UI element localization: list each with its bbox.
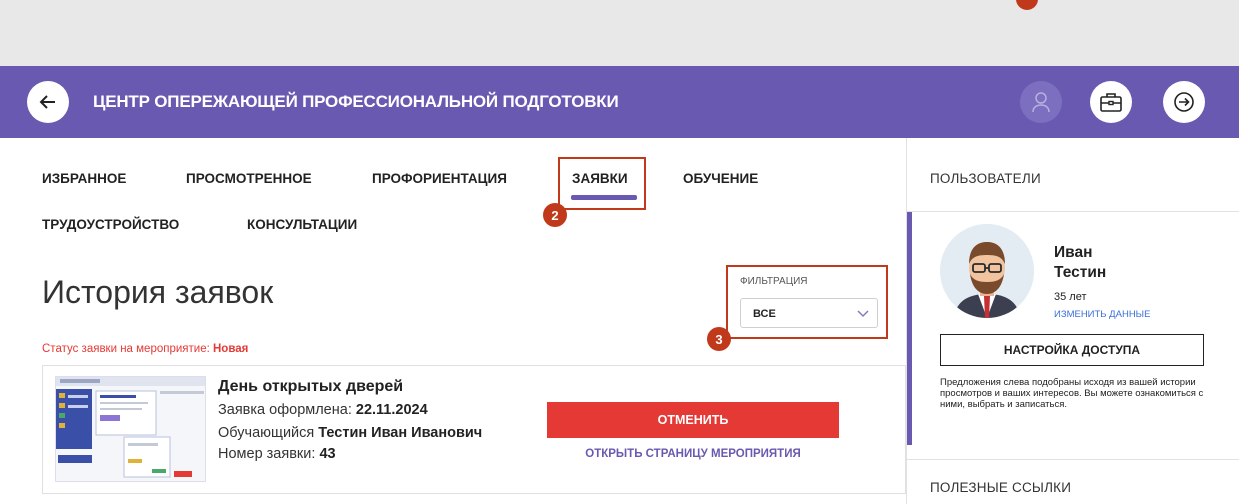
application-date: Заявка оформлена: 22.11.2024 — [218, 402, 428, 418]
highlight-box-tab — [558, 157, 646, 210]
application-number: Номер заявки: 43 — [218, 446, 336, 462]
filter-value: ВСЕ — [753, 308, 776, 320]
student-value: Тестин Иван Иванович — [318, 425, 483, 441]
header-title: ЦЕНТР ОПЕРЕЖАЮЩЕЙ ПРОФЕССИОНАЛЬНОЙ ПОДГО… — [93, 92, 619, 111]
edit-profile-link[interactable]: ИЗМЕНИТЬ ДАННЫЕ — [1054, 309, 1150, 320]
profile-card: Иван Тестин 35 лет ИЗМЕНИТЬ ДАННЫЕ НАСТР… — [907, 212, 1225, 445]
tab-consultations[interactable]: КОНСУЛЬТАЦИИ — [247, 217, 357, 232]
filter-label: ФИЛЬТРАЦИЯ — [740, 276, 808, 287]
users-heading: ПОЛЬЗОВАТЕЛИ — [930, 171, 1041, 186]
cancel-button[interactable]: ОТМЕНИТЬ — [547, 402, 839, 438]
user-profile-button[interactable] — [1020, 81, 1062, 123]
access-settings-button[interactable]: НАСТРОЙКА ДОСТУПА — [940, 334, 1204, 366]
tab-education[interactable]: ОБУЧЕНИЕ — [683, 171, 758, 186]
tab-employment[interactable]: ТРУДОУСТРОЙСТВО — [42, 217, 179, 232]
top-strip — [0, 0, 1239, 66]
student-info: Обучающийся Тестин Иван Иванович — [218, 425, 482, 441]
number-label: Номер заявки: — [218, 446, 320, 462]
user-first-name: Иван — [1054, 244, 1093, 261]
page-title: История заявок — [42, 274, 274, 310]
student-label: Обучающийся — [218, 425, 319, 441]
logout-button[interactable] — [1163, 81, 1205, 123]
useful-links-heading: ПОЛЕЗНЫЕ ССЫЛКИ — [930, 480, 1072, 495]
application-status: Статус заявки на мероприятие: Новая — [42, 343, 248, 355]
sidebar-separator — [907, 459, 1239, 460]
date-label: Заявка оформлена: — [218, 402, 356, 418]
number-value: 43 — [319, 446, 336, 462]
chevron-down-icon — [857, 310, 869, 318]
status-value: Новая — [213, 343, 249, 355]
back-button[interactable] — [27, 81, 69, 123]
open-event-page-link[interactable]: ОТКРЫТЬ СТРАНИЦУ МЕРОПРИЯТИЯ — [547, 448, 839, 460]
user-icon — [1032, 92, 1050, 113]
user-age: 35 лет — [1054, 291, 1087, 303]
annotation-badge-3: 3 — [707, 327, 731, 351]
avatar — [940, 224, 1034, 318]
briefcase-icon — [1100, 93, 1122, 112]
access-note: Предложения слева подобраны исходя из ва… — [940, 377, 1204, 410]
user-avatar-image — [940, 224, 1034, 318]
portfolio-button[interactable] — [1090, 81, 1132, 123]
application-card: День открытых дверей Заявка оформлена: 2… — [42, 365, 906, 494]
user-last-name: Тестин — [1054, 264, 1107, 281]
annotation-badge-2: 2 — [543, 203, 567, 227]
date-value: 22.11.2024 — [355, 402, 428, 418]
logout-icon — [1174, 92, 1194, 112]
event-title: День открытых дверей — [218, 378, 404, 395]
event-thumbnail — [55, 376, 206, 482]
tab-career-guidance[interactable]: ПРОФОРИЕНТАЦИЯ — [372, 171, 507, 186]
status-prefix: Статус заявки на мероприятие: — [42, 343, 213, 355]
tab-favorites[interactable]: ИЗБРАННОЕ — [42, 171, 126, 186]
header-bar: ЦЕНТР ОПЕРЕЖАЮЩЕЙ ПРОФЕССИОНАЛЬНОЙ ПОДГО… — [0, 66, 1239, 138]
screenshot-thumbnail-image — [56, 377, 205, 478]
arrow-left-icon — [39, 95, 55, 109]
tab-viewed[interactable]: ПРОСМОТРЕННОЕ — [186, 171, 312, 186]
filter-select[interactable]: ВСЕ — [740, 298, 878, 328]
